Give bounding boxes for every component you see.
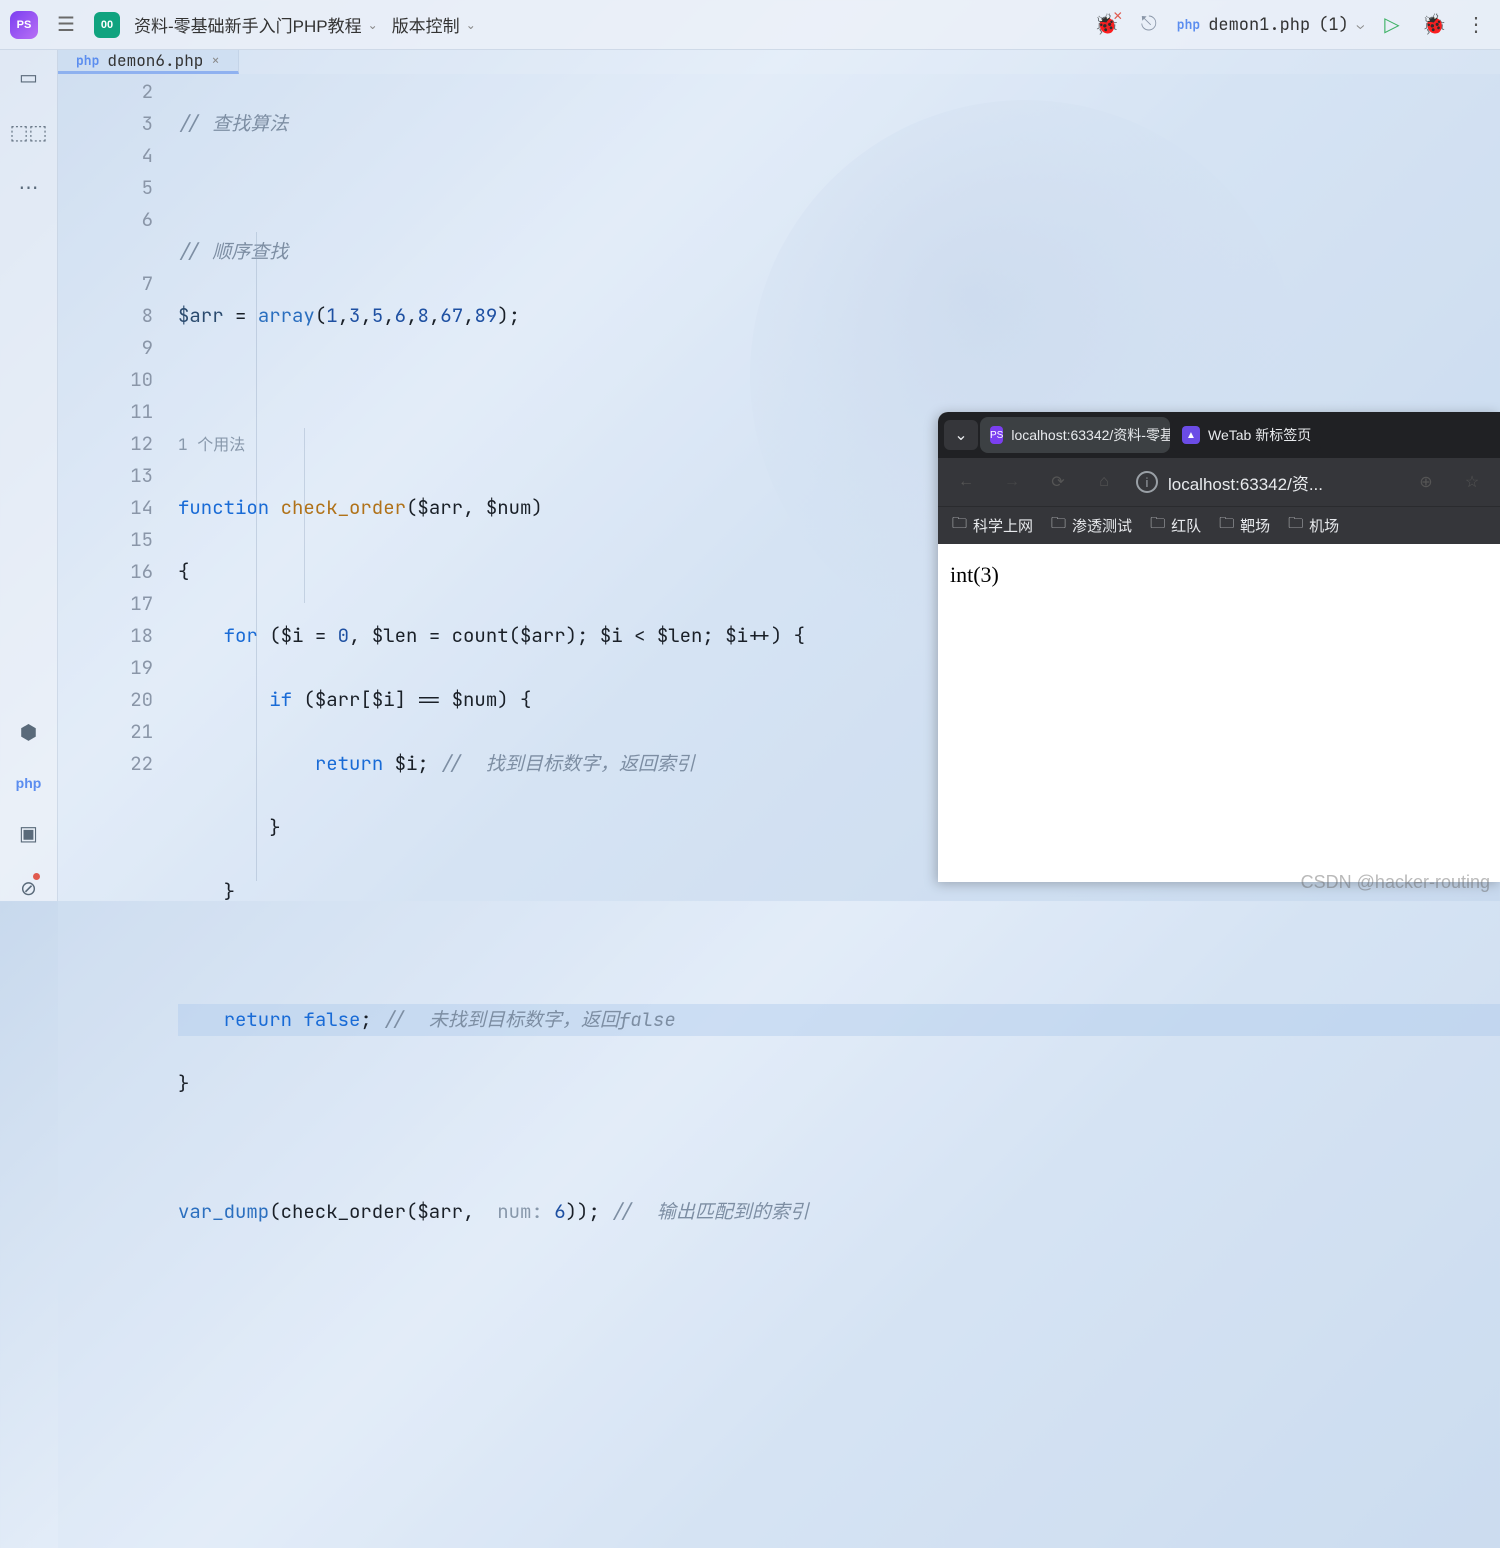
folder-icon: 🗀 [1288,513,1303,538]
services-icon[interactable]: ⬢ [20,720,37,745]
browser-tab-title: localhost:63342/资料-零基础 [1011,425,1170,445]
breadcrumb[interactable]: 资料-零基础新手入门PHP教程 ⌄ [134,12,378,37]
problems-icon[interactable]: ⊘ [20,876,37,901]
more-icon[interactable]: ⋮ [1462,11,1490,39]
translate-icon[interactable]: ⊕ [1412,468,1440,496]
structure-icon[interactable]: ⬚⬚ [10,120,48,145]
forward-icon[interactable]: → [998,468,1026,496]
watermark: CSDN @hacker-routing [1301,872,1490,893]
bookmark-item[interactable]: 🗀渗透测试 [1051,513,1132,538]
browser-tab-title: WeTab 新标签页 [1208,425,1311,445]
bookmark-item[interactable]: 🗀科学上网 [952,513,1033,538]
run-icon[interactable]: ▷ [1378,11,1406,39]
debug-icon[interactable]: 🐞 [1420,11,1448,39]
run-config-selector[interactable]: php demon1.php (1) ⌄ [1177,14,1364,36]
chevron-down-icon: ⌄ [466,18,476,32]
top-toolbar: PS ☰ 00 资料-零基础新手入门PHP教程 ⌄ 版本控制 ⌄ 🐞✕ ⎋ ph… [0,0,1500,50]
folder-icon: 🗀 [1051,513,1066,538]
browser-tab-localhost[interactable]: PS localhost:63342/资料-零基础 ✕ [980,417,1170,453]
bookmarks-bar: 🗀科学上网 🗀渗透测试 🗀红队 🗀靶场 🗀机场 [938,506,1500,544]
browser-tab-wetab[interactable]: ▲ WeTab 新标签页 [1172,417,1321,453]
address-bar[interactable]: i localhost:63342/资... [1136,470,1394,495]
home-icon[interactable]: ⌂ [1090,468,1118,496]
folder-icon: 🗀 [1150,513,1165,538]
back-icon[interactable]: ← [952,468,980,496]
phpstorm-favicon-icon: PS [990,426,1003,444]
page-output: int(3) [950,562,999,587]
left-sidebar: ▭ ⬚⬚ ⋯ ⬢ php ▣ ⊘ [0,50,58,901]
tab-filename: demon6.php [107,50,203,71]
run-config-file: demon1.php [1208,14,1310,36]
star-icon[interactable]: ☆ [1458,468,1486,496]
terminal-icon[interactable]: ▣ [19,821,38,846]
browser-toolbar: ← → ⟳ ⌂ i localhost:63342/资... ⊕ ☆ [938,458,1500,506]
menu-icon[interactable]: ☰ [52,11,80,39]
folder-icon[interactable]: ▭ [19,65,38,90]
php-tool-icon[interactable]: php [16,775,42,791]
usage-hint[interactable]: 1 个用法 [178,434,245,455]
bookmark-item[interactable]: 🗀红队 [1150,513,1201,538]
browser-window: ⌄ PS localhost:63342/资料-零基础 ✕ ▲ WeTab 新标… [938,412,1500,882]
project-icon[interactable]: 00 [94,12,120,38]
folder-icon: 🗀 [952,513,967,538]
vcs-dropdown[interactable]: 版本控制 ⌄ [392,12,476,37]
folder-icon: 🗀 [1219,513,1234,538]
browser-viewport: int(3) [938,544,1500,882]
bookmark-item[interactable]: 🗀机场 [1288,513,1339,538]
site-info-icon[interactable]: i [1136,471,1158,493]
chevron-down-icon: ⌄ [368,18,378,32]
bug-disabled-icon[interactable]: 🐞✕ [1093,11,1121,39]
more-tools-icon[interactable]: ⋯ [19,175,39,200]
phpstorm-logo-icon: PS [10,11,38,39]
tab-demon6[interactable]: php demon6.php × [58,50,239,74]
url-text: localhost:63342/资... [1168,470,1323,495]
project-name: 资料-零基础新手入门PHP教程 [134,12,362,37]
reload-icon[interactable]: ⟳ [1044,468,1072,496]
vcs-label: 版本控制 [392,12,460,37]
php-icon: php [1177,16,1200,33]
editor-tabs: php demon6.php × [58,50,1500,74]
browser-tabbar: ⌄ PS localhost:63342/资料-零基础 ✕ ▲ WeTab 新标… [938,412,1500,458]
close-icon[interactable]: × [211,52,219,70]
php-file-icon: php [76,52,99,69]
wetab-favicon-icon: ▲ [1182,426,1200,444]
chevron-down-icon: ⌄ [1357,17,1364,33]
tab-search-button[interactable]: ⌄ [944,420,978,450]
run-config-suffix: (1) [1318,14,1349,36]
inlay-hint: num: [497,1199,543,1224]
line-gutter: 2 3 4 5 6 7 8 9 10 11 12 13 14 15 16 17 … [58,74,178,1548]
listener-icon[interactable]: ⎋ [1135,11,1163,39]
bookmark-item[interactable]: 🗀靶场 [1219,513,1270,538]
